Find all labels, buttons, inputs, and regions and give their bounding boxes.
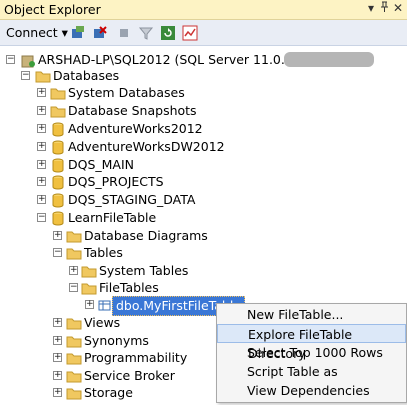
- collapse-icon[interactable]: −: [69, 283, 78, 292]
- expand-icon[interactable]: +: [53, 388, 62, 397]
- folder-icon: [66, 352, 82, 365]
- tree-node-label: DQS_STAGING_DATA: [68, 192, 196, 207]
- expand-icon[interactable]: +: [37, 142, 46, 151]
- stop-icon[interactable]: [116, 25, 132, 41]
- redacted-region: [284, 52, 374, 67]
- database-icon: [52, 122, 66, 137]
- tree-node-label: Service Broker: [84, 368, 175, 383]
- tree-node-label: AdventureWorks2012: [68, 121, 203, 136]
- tree-node-label: FileTables: [99, 280, 159, 295]
- expand-icon[interactable]: +: [53, 353, 62, 362]
- tree-node-label: Synonyms: [84, 333, 149, 348]
- menu-item-label: New FileTable...: [247, 307, 344, 322]
- folder-icon: [50, 105, 66, 118]
- collapse-icon[interactable]: −: [37, 213, 46, 222]
- disconnect-icon[interactable]: [92, 25, 108, 41]
- database-icon: [52, 175, 66, 190]
- filter-icon[interactable]: [138, 25, 154, 41]
- folder-icon: [35, 70, 51, 83]
- folder-icon: [66, 387, 82, 400]
- pin-icon[interactable]: [380, 1, 389, 16]
- tree-node-label: AdventureWorksDW2012: [68, 139, 225, 154]
- expand-icon[interactable]: +: [37, 106, 46, 115]
- folder-icon: [66, 247, 82, 260]
- expand-icon[interactable]: +: [37, 160, 46, 169]
- database-icon: [52, 211, 66, 226]
- tree-node-label: Database Snapshots: [68, 103, 197, 118]
- folder-icon: [66, 370, 82, 383]
- server-icon: [21, 53, 35, 68]
- menu-item-new-filetable[interactable]: New FileTable...: [217, 305, 406, 324]
- collapse-icon[interactable]: −: [21, 71, 30, 80]
- database-icon: [52, 158, 66, 173]
- tree-node-label: Databases: [53, 68, 120, 83]
- tree-node-label: Views: [84, 315, 121, 330]
- database-icon: [52, 140, 66, 155]
- tree-node-label: Tables: [84, 245, 123, 260]
- folder-icon: [81, 265, 97, 278]
- expand-icon[interactable]: +: [37, 124, 46, 133]
- refresh-icon[interactable]: [160, 25, 176, 41]
- expand-icon[interactable]: +: [53, 231, 62, 240]
- tree-node-label: Storage: [84, 385, 133, 400]
- context-menu: New FileTable... Explore FileTable Direc…: [216, 303, 407, 403]
- menu-item-script-table-as[interactable]: Script Table as: [217, 362, 406, 381]
- tree-node-label: DQS_MAIN: [68, 157, 135, 172]
- folder-icon: [66, 317, 82, 330]
- menu-item-select-top-1000-rows[interactable]: Select Top 1000 Rows: [217, 343, 406, 362]
- menu-item-label: Select Top 1000 Rows: [247, 345, 383, 360]
- expand-icon[interactable]: +: [53, 318, 62, 327]
- menu-item-label: Script Table as: [247, 364, 338, 379]
- expand-icon[interactable]: +: [85, 300, 94, 309]
- connect-object-icon[interactable]: [70, 25, 86, 41]
- expand-icon[interactable]: +: [37, 195, 46, 204]
- tree-node-label: Database Diagrams: [84, 228, 208, 243]
- expand-icon[interactable]: +: [69, 266, 78, 275]
- tree-node-label: LearnFileTable: [68, 210, 157, 225]
- expand-icon[interactable]: +: [37, 88, 46, 97]
- tree-node-label: Programmability: [84, 350, 188, 365]
- connect-button[interactable]: Connect ▾: [6, 25, 68, 40]
- folder-icon: [81, 282, 97, 295]
- folder-icon: [66, 335, 82, 348]
- tree-node-label: System Tables: [99, 263, 189, 278]
- menu-item-label: View Dependencies: [247, 383, 370, 398]
- menu-item-view-dependencies[interactable]: View Dependencies: [217, 381, 406, 400]
- object-explorer-titlebar: Object Explorer ▾ ✕: [0, 0, 407, 20]
- object-explorer-toolbar: Connect ▾: [0, 20, 407, 46]
- folder-icon: [66, 230, 82, 243]
- close-icon[interactable]: ✕: [393, 1, 403, 15]
- panel-title: Object Explorer: [4, 2, 101, 17]
- tree-node-label: System Databases: [68, 85, 185, 100]
- folder-icon: [50, 87, 66, 100]
- activity-monitor-icon[interactable]: [182, 25, 198, 41]
- expand-icon[interactable]: +: [53, 371, 62, 380]
- expand-icon[interactable]: +: [53, 336, 62, 345]
- database-icon: [52, 193, 66, 208]
- dropdown-icon[interactable]: ▾: [368, 1, 374, 15]
- collapse-icon[interactable]: −: [53, 248, 62, 257]
- expand-icon[interactable]: +: [37, 177, 46, 186]
- collapse-icon[interactable]: −: [6, 55, 15, 64]
- tree-node-label: DQS_PROJECTS: [68, 174, 164, 189]
- menu-item-explore-filetable-directory[interactable]: Explore FileTable Directory: [217, 324, 406, 361]
